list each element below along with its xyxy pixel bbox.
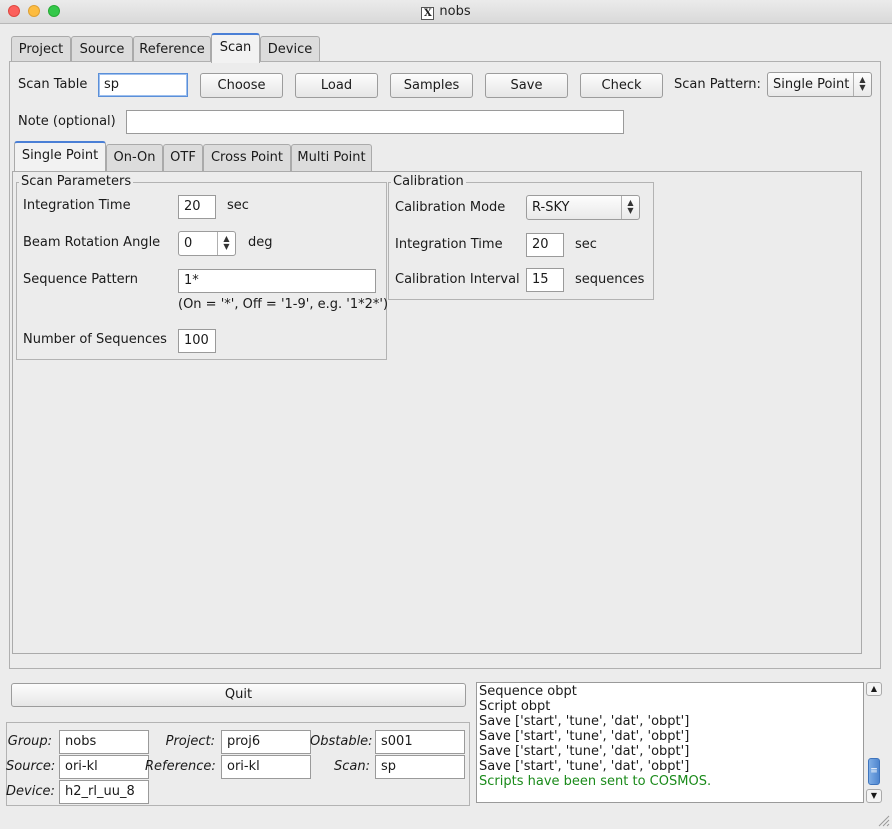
calibration-interval-input[interactable]: 15 <box>526 268 564 292</box>
tab-cross-point[interactable]: Cross Point <box>203 144 291 171</box>
group-label: Group: <box>7 734 52 749</box>
tab-single-point[interactable]: Single Point <box>14 141 106 171</box>
tab-multi-point[interactable]: Multi Point <box>291 144 372 171</box>
obstable-field: s001 <box>375 730 465 754</box>
x11-icon: X <box>421 7 435 20</box>
tab-otf[interactable]: OTF <box>163 144 203 171</box>
tab-scan[interactable]: Scan <box>211 33 260 63</box>
source-field: ori-kl <box>59 755 149 779</box>
message-log[interactable]: Sequence obpt Script obpt Save ['start',… <box>476 682 864 803</box>
note-label: Note (optional) <box>18 114 116 129</box>
log-line: Save ['start', 'tune', 'dat', 'obpt'] <box>479 759 690 774</box>
cal-integration-time-label: Integration Time <box>395 237 503 252</box>
sequence-pattern-input[interactable]: 1* <box>178 269 376 293</box>
scan-table-label: Scan Table <box>18 77 88 92</box>
scan-parameters-title: Scan Parameters <box>19 174 134 189</box>
beam-rotation-unit: deg <box>248 235 273 250</box>
sequence-pattern-hint: (On = '*', Off = '1-9', e.g. '1*2*') <box>178 297 389 312</box>
save-button[interactable]: Save <box>485 73 568 98</box>
window-title: Xnobs <box>0 4 892 20</box>
log-line: Script obpt <box>479 699 551 714</box>
project-label: Project: <box>165 734 215 749</box>
scroll-up-icon[interactable]: ▲ <box>866 682 882 696</box>
spin-arrows-icon[interactable]: ▲ ▼ <box>217 232 235 255</box>
load-button[interactable]: Load <box>295 73 378 98</box>
reference-label: Reference: <box>145 759 216 774</box>
tab-on-on[interactable]: On-On <box>106 144 163 171</box>
samples-button[interactable]: Samples <box>390 73 473 98</box>
scan-field: sp <box>375 755 465 779</box>
log-line: Save ['start', 'tune', 'dat', 'obpt'] <box>479 714 690 729</box>
device-field: h2_rl_uu_8 <box>59 780 149 804</box>
tab-project[interactable]: Project <box>11 36 71 63</box>
project-field: proj6 <box>221 730 311 754</box>
integration-time-label: Integration Time <box>23 198 131 213</box>
beam-rotation-spinbox[interactable]: 0 ▲ ▼ <box>178 231 236 256</box>
tab-source[interactable]: Source <box>71 36 133 63</box>
integration-time-unit: sec <box>227 198 249 213</box>
num-sequences-label: Number of Sequences <box>23 332 167 347</box>
obstable-label: Obstable: <box>310 734 373 749</box>
quit-button[interactable]: Quit <box>11 683 466 707</box>
integration-time-input[interactable]: 20 <box>178 195 216 219</box>
updown-arrows-icon: ▲ ▼ <box>853 73 871 96</box>
scan-pattern-select[interactable]: Single Point ▲ ▼ <box>767 72 872 97</box>
scan-label: Scan: <box>334 759 370 774</box>
log-line: Save ['start', 'tune', 'dat', 'obpt'] <box>479 729 690 744</box>
tab-reference[interactable]: Reference <box>133 36 211 63</box>
source-label: Source: <box>6 759 56 774</box>
choose-button[interactable]: Choose <box>200 73 283 98</box>
scroll-thumb[interactable]: ≡ <box>868 758 880 785</box>
scroll-down-icon[interactable]: ▼ <box>866 789 882 803</box>
check-button[interactable]: Check <box>580 73 663 98</box>
calibration-mode-select[interactable]: R-SKY ▲ ▼ <box>526 195 640 220</box>
scan-pattern-label: Scan Pattern: <box>674 77 761 92</box>
log-success-line: Scripts have been sent to COSMOS. <box>479 774 712 789</box>
reference-field: ori-kl <box>221 755 311 779</box>
sequence-pattern-label: Sequence Pattern <box>23 272 139 287</box>
tab-device[interactable]: Device <box>260 36 320 63</box>
cal-integration-time-unit: sec <box>575 237 597 252</box>
device-label: Device: <box>6 784 55 799</box>
log-line: Sequence obpt <box>479 684 577 699</box>
calibration-interval-label: Calibration Interval <box>395 272 520 287</box>
title-bar: Xnobs <box>0 0 892 24</box>
resize-grip-icon[interactable] <box>876 813 890 827</box>
calibration-title: Calibration <box>391 174 466 189</box>
scan-table-input[interactable]: sp <box>98 73 188 97</box>
num-sequences-input[interactable]: 100 <box>178 329 216 353</box>
calibration-mode-label: Calibration Mode <box>395 200 506 215</box>
calibration-interval-unit: sequences <box>575 272 645 287</box>
log-scrollbar[interactable]: ▲ ≡ ▼ <box>866 682 882 803</box>
log-line: Save ['start', 'tune', 'dat', 'obpt'] <box>479 744 690 759</box>
note-input[interactable] <box>126 110 624 134</box>
group-field: nobs <box>59 730 149 754</box>
cal-integration-time-input[interactable]: 20 <box>526 233 564 257</box>
updown-arrows-icon: ▲ ▼ <box>621 196 639 219</box>
beam-rotation-label: Beam Rotation Angle <box>23 235 161 250</box>
